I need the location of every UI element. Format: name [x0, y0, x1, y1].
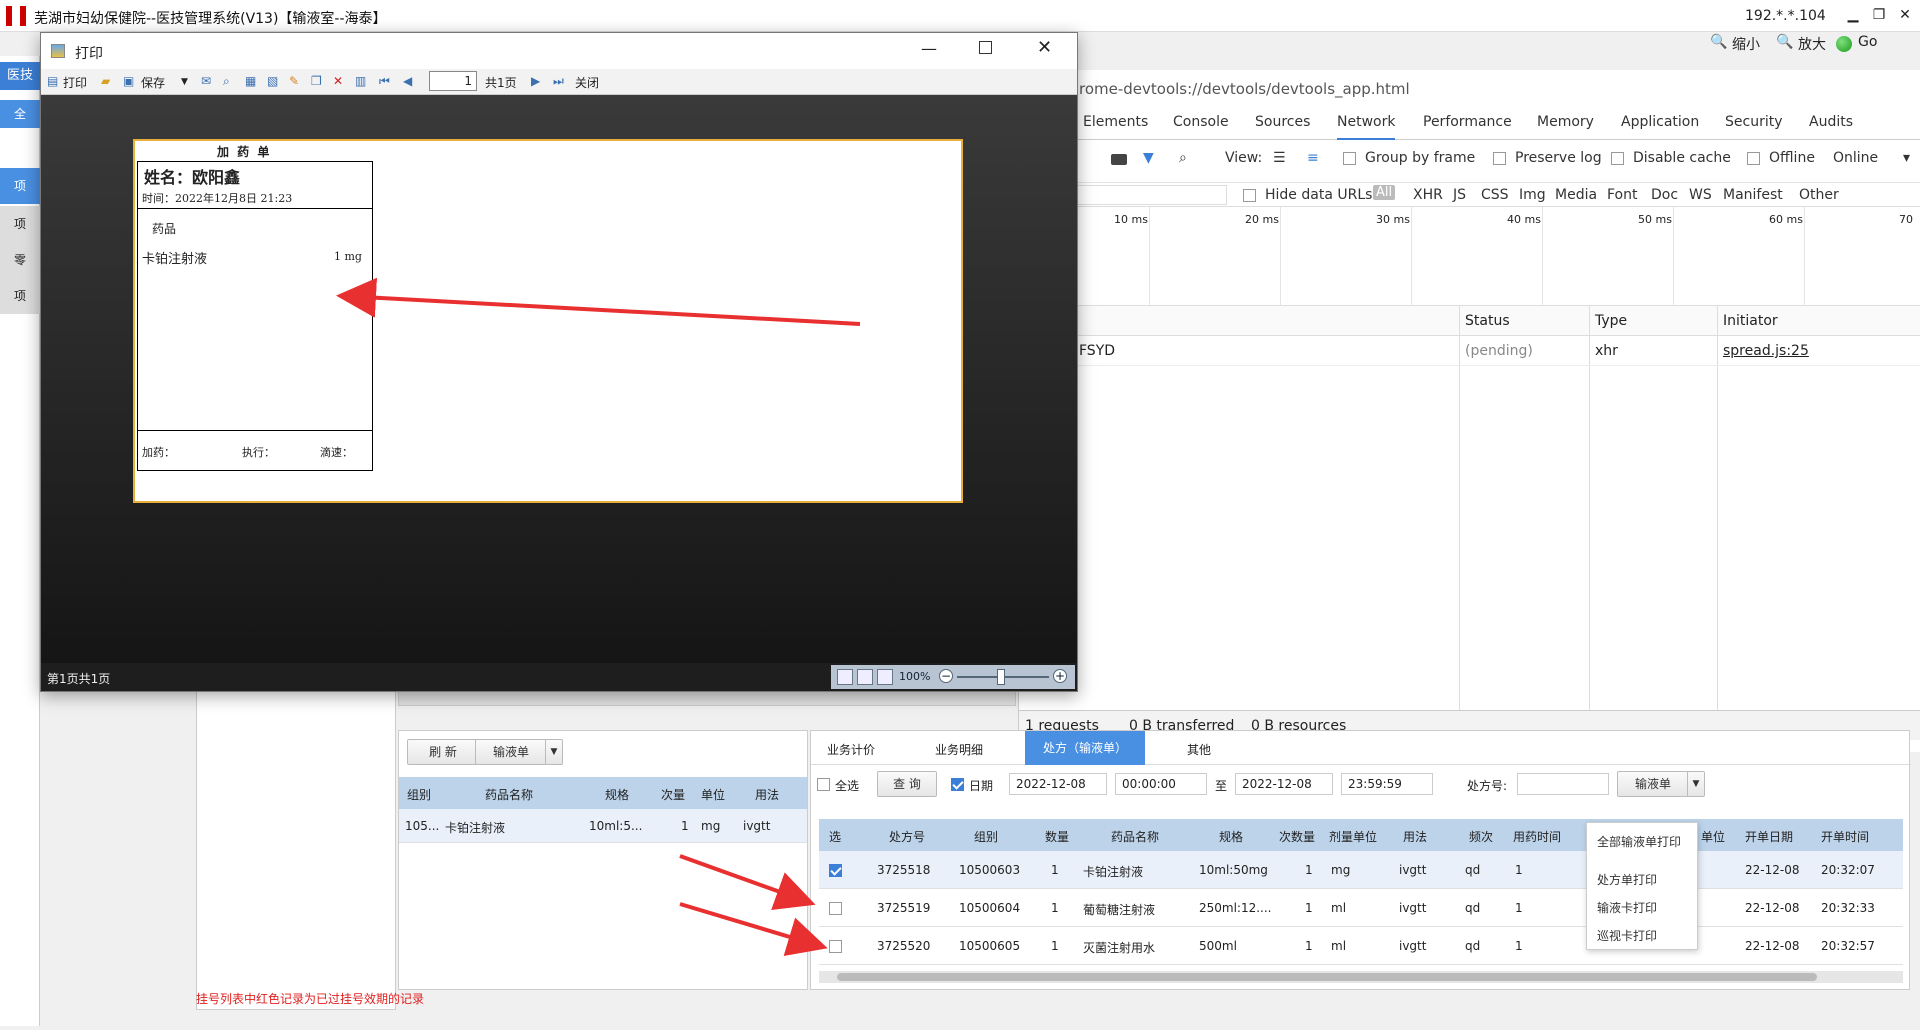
arrow-to-slip — [336, 277, 861, 326]
arrow-to-row-2 — [679, 854, 816, 910]
arrow-to-row-3 — [679, 902, 828, 956]
annotation-arrows — [336, 277, 861, 956]
